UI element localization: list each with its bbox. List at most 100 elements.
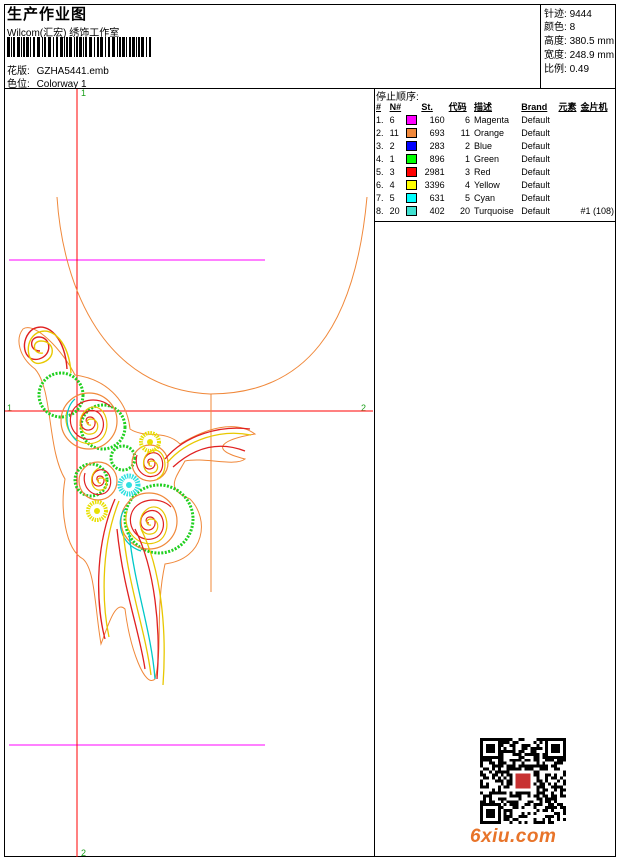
thread-row: 5. 3 2981 3 Red Default	[374, 165, 616, 178]
neckline-curve	[56, 196, 368, 395]
thread-color-swatch	[404, 126, 420, 139]
thread-element	[556, 152, 578, 165]
thread-brand: Default	[521, 166, 550, 177]
thread-color-swatch	[404, 191, 420, 204]
stat-colors: 颜色: 8	[544, 22, 576, 33]
spiral-cluster-main	[60, 392, 118, 450]
table-divider	[374, 221, 616, 222]
thread-element	[556, 178, 578, 191]
col-brand: Brand	[521, 101, 548, 112]
thread-color-swatch	[404, 139, 420, 152]
col-stitches: St.	[421, 101, 433, 112]
col-swatch	[404, 100, 420, 113]
thread-stitch-count: 2981	[424, 166, 445, 177]
thread-sequin	[578, 178, 616, 191]
thread-needle: 6	[389, 114, 395, 125]
col-code: 代码	[448, 102, 467, 112]
thread-brand: Default	[521, 114, 550, 125]
thread-needle: 5	[389, 192, 395, 203]
thread-element	[556, 139, 578, 152]
thread-brand: Default	[521, 179, 550, 190]
thread-element	[556, 165, 578, 178]
thread-code: 4	[465, 179, 471, 190]
thread-row: 7. 5 631 5 Cyan Default	[374, 191, 616, 204]
watermark-text: 6xiu.com	[470, 826, 557, 847]
thread-description: Yellow	[474, 179, 500, 190]
thread-sequin	[578, 152, 616, 165]
thread-color-swatch	[404, 152, 420, 165]
thread-stitch-count: 631	[429, 192, 445, 203]
thread-stitch-count: 3396	[424, 179, 445, 190]
thread-brand: Default	[521, 127, 550, 138]
green-rings	[37, 371, 195, 555]
thread-sequin	[578, 113, 616, 126]
thread-code: 2	[465, 140, 471, 151]
motif-outline	[18, 327, 257, 682]
thread-index: 3.	[376, 140, 384, 151]
thread-element	[556, 191, 578, 204]
thread-needle: 1	[389, 153, 395, 164]
color-swatch	[405, 153, 417, 164]
thread-brand: Default	[521, 153, 550, 164]
thread-description: Orange	[474, 127, 505, 138]
thread-description: Green	[474, 153, 500, 164]
col-element: 元素	[558, 102, 577, 112]
thread-color-swatch	[404, 165, 420, 178]
thread-stitch-count: 896	[429, 153, 445, 164]
thread-element	[556, 204, 578, 217]
thread-description: Magenta	[474, 114, 510, 125]
thread-brand: Default	[521, 140, 550, 151]
col-sequin: 金片机	[580, 102, 608, 112]
thread-index: 8.	[376, 205, 384, 216]
thread-description: Blue	[474, 140, 493, 151]
thread-needle: 3	[389, 166, 395, 177]
thread-color-swatch	[404, 204, 420, 217]
thread-table-header: # N# St. 代码 描述 Brand 元素 金片机	[374, 100, 616, 113]
thread-row: 1. 6 160 6 Magenta Default	[374, 113, 616, 126]
thread-brand: Default	[521, 205, 550, 216]
thread-index: 7.	[376, 192, 384, 203]
thread-sequin: #1 (108)	[580, 205, 614, 216]
color-swatch	[405, 166, 417, 177]
spiral-cluster-left	[78, 461, 118, 501]
stats-box: 针迹: 9444 颜色: 8 高度: 380.5 mm 宽度: 248.9 mm…	[540, 4, 617, 88]
spiral-cluster-middle	[131, 444, 169, 482]
thread-element	[556, 126, 578, 139]
color-swatch	[405, 140, 417, 151]
thread-brand: Default	[521, 192, 550, 203]
color-swatch	[405, 179, 417, 190]
thread-color-swatch	[404, 113, 420, 126]
color-swatch	[405, 127, 417, 138]
col-needle: N#	[389, 101, 402, 112]
thread-stitch-count: 283	[429, 140, 445, 151]
thread-index: 1.	[376, 114, 384, 125]
thread-row: 8. 20 402 20 Turquoise Default #1 (108)	[374, 204, 616, 217]
thread-code: 20	[460, 205, 471, 216]
thread-needle: 11	[389, 127, 399, 138]
thread-sequin	[578, 126, 616, 139]
barcode	[7, 37, 151, 57]
thread-row: 3. 2 283 2 Blue Default	[374, 139, 616, 152]
thread-row: 6. 4 3396 4 Yellow Default	[374, 178, 616, 191]
thread-stitch-count: 693	[429, 127, 445, 138]
qr-code	[480, 738, 566, 824]
thread-code: 6	[465, 114, 471, 125]
thread-table: # N# St. 代码 描述 Brand 元素 金片机 1. 6 160 6 Magen…	[374, 100, 616, 217]
thread-code: 3	[465, 166, 471, 177]
thread-description: Red	[474, 166, 491, 177]
thread-code: 1	[465, 153, 471, 164]
thread-sequin	[578, 165, 616, 178]
thread-index: 5.	[376, 166, 384, 177]
color-swatch	[405, 205, 417, 216]
thread-code: 5	[465, 192, 471, 203]
col-index: #	[376, 101, 382, 112]
thread-needle: 20	[389, 205, 400, 216]
thread-sequin	[578, 191, 616, 204]
color-swatch	[405, 114, 417, 125]
spiral-cluster-bottom	[119, 492, 178, 552]
col-description: 描述	[474, 102, 493, 112]
thread-index: 2.	[376, 127, 384, 138]
stat-scale: 比例: 0.49	[544, 64, 590, 75]
embroidery-design-canvas	[5, 89, 373, 857]
thread-element	[556, 113, 578, 126]
